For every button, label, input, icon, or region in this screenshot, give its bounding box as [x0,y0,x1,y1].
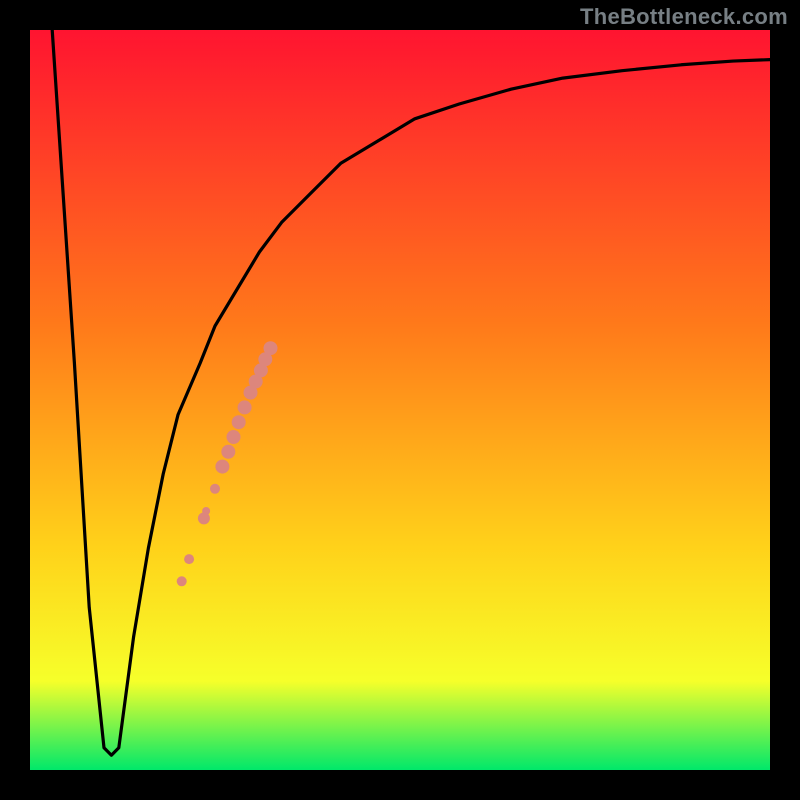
highlight-dot [227,430,241,444]
highlight-dot [177,576,187,586]
highlight-dot [215,460,229,474]
highlight-dot [210,484,220,494]
gradient-background [30,30,770,770]
highlight-dot [232,415,246,429]
chart-root: TheBottleneck.com [0,0,800,800]
watermark-text: TheBottleneck.com [580,4,788,30]
highlight-dot [264,341,278,355]
highlight-dot [238,400,252,414]
highlight-dot [184,554,194,564]
highlight-dot [202,507,210,515]
chart-svg [30,30,770,770]
highlight-dot [221,445,235,459]
plot-area [30,30,770,770]
